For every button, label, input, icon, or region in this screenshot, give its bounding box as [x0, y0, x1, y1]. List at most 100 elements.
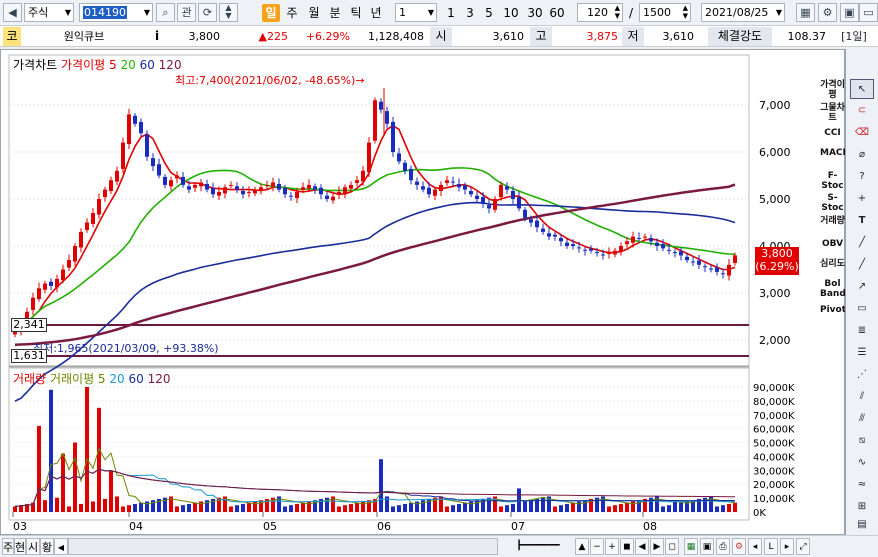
fit-icon[interactable]: + — [605, 538, 619, 555]
date-picker[interactable]: 2021/08/25 ▼ — [701, 3, 785, 22]
save-icon[interactable]: ▣ — [700, 538, 714, 555]
updown-icon[interactable]: ▲ ▼ — [219, 3, 238, 22]
count-input[interactable]: 120 ▲ ▼ — [577, 3, 623, 22]
period-month[interactable]: 월 — [305, 4, 323, 22]
indicator-volume[interactable]: 거래량 — [820, 216, 845, 226]
candle-body — [319, 187, 323, 195]
magnet-icon[interactable]: ⊂ — [850, 101, 874, 121]
period-minute[interactable]: 분 — [326, 4, 344, 22]
minute-1[interactable]: 1 — [443, 4, 459, 22]
chart-area[interactable]: 7,0006,0005,0004,0003,0002,00090,000K80,… — [0, 49, 845, 535]
grid-icon[interactable]: ▦ — [796, 3, 815, 22]
indicator-psy[interactable]: 심리도 — [820, 259, 845, 269]
zoom-slider[interactable]: ┣━━━━━━━ — [503, 538, 573, 555]
minute-30[interactable]: 30 — [524, 4, 546, 22]
settings-icon[interactable]: ⚙ — [732, 538, 746, 555]
tab-hyun[interactable]: 현 — [14, 538, 26, 555]
ray-icon[interactable]: ↗ — [850, 277, 874, 297]
indicator-cci[interactable]: CCI — [820, 128, 845, 138]
eraser-icon[interactable]: ⌀ — [850, 145, 874, 165]
tab-hwang[interactable]: 황 — [40, 538, 54, 555]
prev-icon[interactable]: ◀ — [635, 538, 649, 555]
wave-icon[interactable]: ≈ — [850, 475, 874, 495]
candle-body — [451, 181, 455, 183]
text-icon[interactable]: T — [850, 211, 874, 231]
help-icon[interactable]: ? — [850, 167, 874, 187]
first-icon[interactable]: ◼ — [620, 538, 634, 555]
candle-body — [397, 153, 401, 162]
gear-icon[interactable]: ⚙ — [818, 3, 837, 22]
indicator-obv[interactable]: OBV — [820, 239, 845, 249]
arrow-left-icon[interactable]: ◂ — [748, 538, 762, 555]
info-icon[interactable]: i — [148, 27, 166, 46]
indicator-fstoc[interactable]: F-Stoc — [820, 171, 845, 191]
candle-body — [535, 220, 539, 228]
next-icon[interactable]: ▶ — [650, 538, 664, 555]
minute-3[interactable]: 3 — [462, 4, 478, 22]
channel-icon[interactable]: ⧅ — [850, 431, 874, 451]
candle-body — [355, 180, 359, 184]
arrow-right-icon[interactable]: ▸ — [780, 538, 794, 555]
minute-10[interactable]: 10 — [500, 4, 522, 22]
trendline-icon[interactable]: ╱ — [850, 233, 874, 253]
gann-icon[interactable]: ⋰ — [850, 365, 874, 385]
candle-body — [631, 236, 635, 243]
l-icon[interactable]: L — [764, 538, 778, 555]
indicator-net[interactable]: 그물차트 — [820, 103, 845, 123]
expand-icon[interactable]: ⤢ — [796, 538, 810, 555]
period-day[interactable]: 일 — [262, 4, 280, 22]
last-icon[interactable]: ◻ — [665, 538, 679, 555]
candle-body — [115, 170, 119, 182]
price-legend: 가격차트 가격이평 5 20 60 120 — [13, 56, 182, 73]
auto-icon[interactable]: ⊞ — [850, 497, 874, 517]
cycle-icon[interactable]: ∿ — [850, 453, 874, 473]
search-icon[interactable]: ⌕ — [156, 3, 175, 22]
total-count-input[interactable]: 1500 ▲ ▼ — [639, 3, 691, 22]
horizontal-lines-icon[interactable]: ☰ — [850, 343, 874, 363]
scroll-left-icon[interactable]: ◀ — [54, 538, 68, 555]
andrews-icon[interactable]: ⫻ — [850, 409, 874, 429]
prev-arrow-icon[interactable]: ◀ — [3, 3, 22, 22]
volume-bar — [625, 502, 629, 512]
code-input[interactable]: 014190 ▼ — [79, 3, 153, 22]
candle-body — [283, 187, 287, 195]
save-icon[interactable]: ▣ — [840, 3, 859, 22]
chart-svg[interactable]: 7,0006,0005,0004,0003,0002,00090,000K80,… — [1, 50, 846, 536]
window-icon[interactable]: ▭ — [859, 3, 878, 22]
cursor-icon[interactable]: ↖ — [850, 79, 874, 99]
tab-si[interactable]: 시 — [26, 538, 40, 555]
current-price-tag-pct: (6.29%) — [755, 260, 799, 273]
minute-5[interactable]: 5 — [481, 4, 497, 22]
period-week[interactable]: 주 — [283, 4, 301, 22]
print-icon[interactable]: ⎙ — [716, 538, 730, 555]
indicator-sstoc[interactable]: S-Stoc — [820, 193, 845, 213]
minute-60[interactable]: 60 — [546, 4, 568, 22]
refresh-icon[interactable]: ⟳ — [198, 3, 217, 22]
excel-icon[interactable]: ▦ — [684, 538, 698, 555]
candle-body — [85, 222, 89, 231]
volume-bar — [469, 501, 473, 512]
delete-all-icon[interactable]: ⌫ — [850, 123, 874, 143]
volume-bar — [631, 501, 635, 512]
fib-icon[interactable]: ≣ — [850, 321, 874, 341]
market-select[interactable]: 주식 ▼ — [24, 3, 74, 22]
window-icon[interactable]: ▤ — [850, 515, 874, 535]
interval-select[interactable]: 1 ▼ — [395, 3, 437, 22]
zoom-out-icon[interactable]: ▲ — [575, 538, 589, 555]
indicator-bolband[interactable]: Bol Band — [820, 279, 846, 299]
indicator-macd[interactable]: MACD — [820, 148, 850, 158]
indicator-ma[interactable]: 가격이평 — [820, 80, 845, 100]
zoom-in-icon[interactable]: − — [590, 538, 604, 555]
line-icon[interactable]: ╱ — [850, 255, 874, 275]
crosshair-icon[interactable]: + — [850, 189, 874, 209]
period-year[interactable]: 년 — [367, 4, 385, 22]
period-tick[interactable]: 틱 — [347, 4, 365, 22]
kwan-button[interactable]: 관 — [177, 3, 196, 22]
horizontal-scrollbar[interactable] — [68, 538, 498, 555]
indicator-pivot[interactable]: Pivot — [820, 305, 846, 315]
candle-body — [673, 252, 677, 254]
rectangle-icon[interactable]: ▭ — [850, 299, 874, 319]
tab-ju[interactable]: 주 — [2, 538, 14, 555]
fan-icon[interactable]: ⫽ — [850, 387, 874, 407]
volume-bar — [379, 459, 383, 512]
